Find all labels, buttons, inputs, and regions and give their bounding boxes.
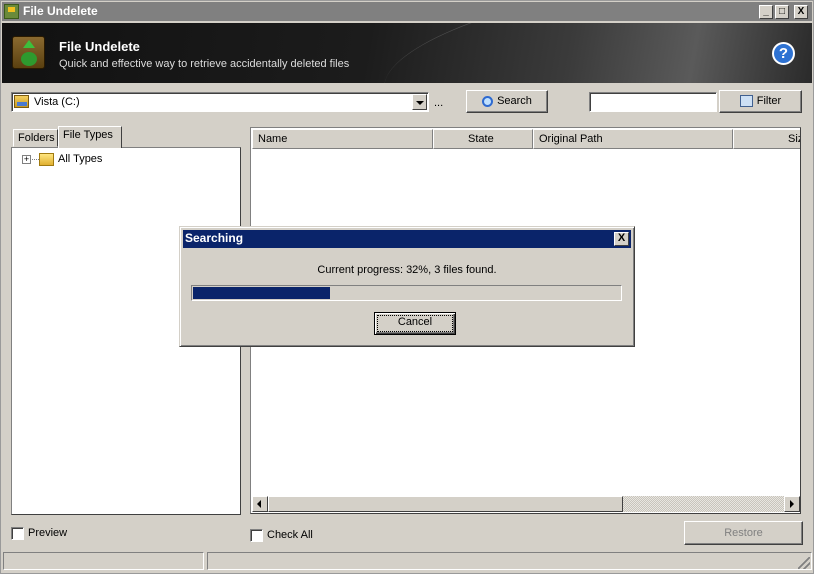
scroll-right-icon[interactable]	[784, 496, 800, 512]
progress-bar	[191, 285, 622, 301]
minimize-button[interactable]: _	[759, 5, 773, 19]
search-button[interactable]: Search	[466, 90, 548, 113]
drive-icon	[14, 95, 29, 108]
help-icon[interactable]: ?	[772, 42, 795, 65]
check-all-label: Check All	[267, 529, 313, 541]
preview-label: Preview	[28, 527, 68, 539]
arrow-up-icon	[23, 40, 35, 48]
app-logo-icon	[12, 36, 45, 69]
filter-icon	[739, 95, 753, 108]
maximize-button[interactable]: □	[775, 5, 789, 19]
status-bar	[2, 552, 812, 571]
filter-button-label: Filter	[756, 95, 782, 107]
tree-connector	[32, 159, 39, 160]
filter-button[interactable]: Filter	[719, 90, 802, 113]
chevron-down-icon[interactable]	[412, 94, 427, 110]
horizontal-scrollbar[interactable]	[252, 496, 800, 512]
dialog-title-bar[interactable]: Searching X	[183, 230, 631, 248]
window-title: File Undelete	[23, 4, 98, 18]
column-header-size[interactable]: Siz	[733, 129, 800, 149]
drive-select-value: Vista (C:)	[34, 96, 80, 108]
drive-select[interactable]: Vista (C:)	[11, 92, 429, 112]
search-button-label: Search	[497, 95, 532, 107]
cancel-button[interactable]: Cancel	[374, 312, 456, 335]
recycle-icon	[21, 52, 37, 66]
filter-input[interactable]	[589, 92, 717, 112]
search-icon	[482, 95, 494, 107]
progress-message: Current progress: 32%, 3 files found.	[317, 264, 497, 276]
header-title: File Undelete	[59, 39, 140, 54]
scrollbar-thumb[interactable]	[268, 496, 623, 512]
progress-bar-fill	[193, 287, 330, 299]
searching-dialog: Searching X Current progress: 32%, 3 fil…	[179, 226, 635, 347]
resize-grip-icon[interactable]	[798, 557, 810, 569]
main-window: File Undelete _ □ X File Undelete Quick …	[0, 0, 814, 574]
dialog-title: Searching	[185, 231, 244, 245]
status-pane-left	[3, 552, 204, 570]
tree-item-label: All Types	[58, 153, 103, 165]
dialog-close-button[interactable]: X	[614, 232, 629, 246]
close-button[interactable]: X	[794, 5, 808, 19]
header-subtitle: Quick and effective way to retrieve acci…	[59, 58, 350, 70]
app-icon	[4, 4, 19, 19]
tab-file-types[interactable]: File Types	[58, 126, 122, 148]
column-header-name[interactable]: Name	[252, 129, 433, 149]
scroll-left-icon[interactable]	[252, 496, 268, 512]
column-header-state[interactable]: State	[433, 129, 533, 149]
check-all-checkbox[interactable]	[250, 529, 263, 542]
browse-button[interactable]: ...	[434, 97, 443, 109]
restore-button[interactable]: Restore	[684, 521, 803, 545]
folder-icon	[39, 153, 54, 166]
banner-decoration	[374, 23, 812, 83]
column-header-original-path[interactable]: Original Path	[533, 129, 733, 149]
title-bar[interactable]: File Undelete _ □ X	[2, 2, 812, 21]
expand-icon[interactable]: +	[22, 155, 31, 164]
preview-checkbox[interactable]	[11, 527, 24, 540]
header-banner: File Undelete Quick and effective way to…	[2, 23, 812, 83]
status-pane-right	[207, 552, 812, 570]
tab-folders[interactable]: Folders	[13, 129, 58, 147]
